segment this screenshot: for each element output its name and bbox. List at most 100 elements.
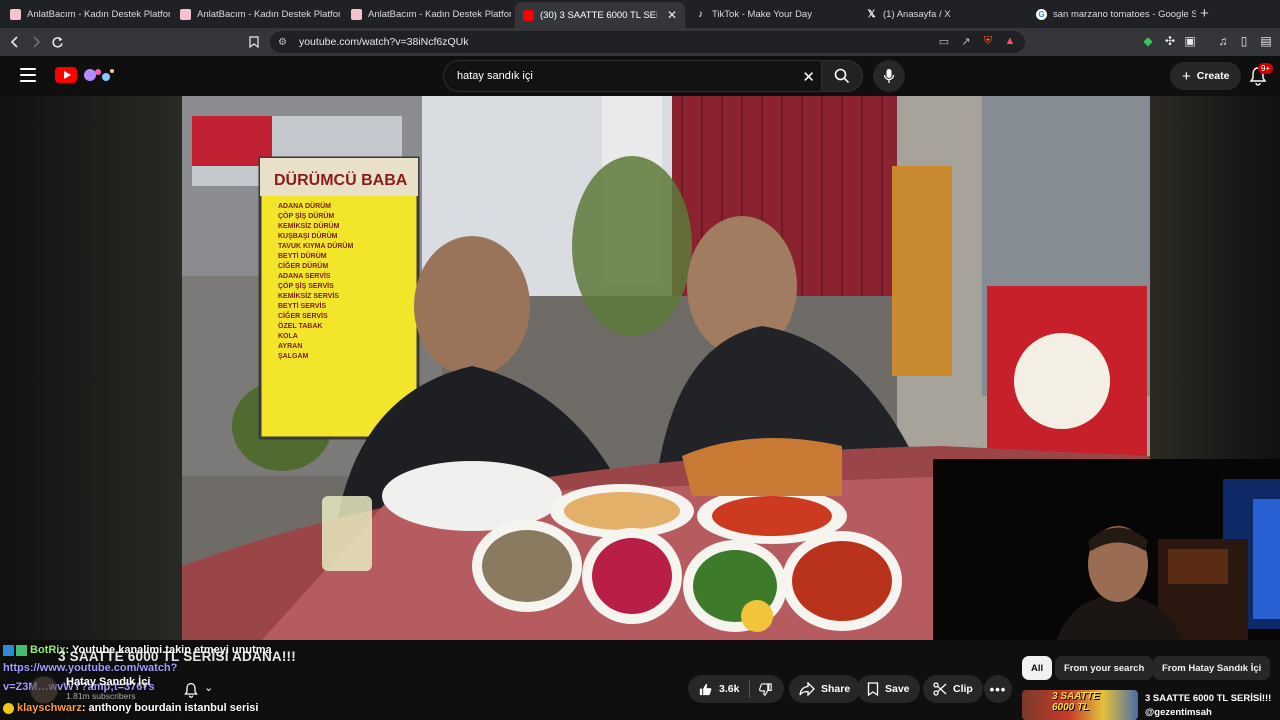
search-icon [834, 68, 850, 84]
tab-label: TikTok - Make Your Day [712, 8, 812, 20]
tab-label: san marzano tomatoes - Google Sea [1053, 8, 1196, 20]
browser-tab[interactable]: AnlatBacım - Kadın Destek Platformu [172, 3, 340, 25]
like-button[interactable]: 3.6k [688, 675, 749, 703]
address-bar[interactable]: ⚙ youtube.com/watch?v=38iNcf6zQUk ▭ ↗ ⛨ … [270, 31, 1025, 53]
recommended-video-channel[interactable]: @gezentimsah [1145, 707, 1212, 718]
channel-name[interactable]: Hatay Sandık İçi [66, 676, 150, 688]
extensions-puzzle-icon[interactable]: ✣ [1162, 33, 1178, 49]
browser-toolbar: ⚙ youtube.com/watch?v=38iNcf6zQUk ▭ ↗ ⛨ … [0, 28, 1280, 56]
tab-strip: AnlatBacım - Kadın Destek Platformu Anla… [0, 0, 1280, 28]
google-favicon-icon: G [1036, 8, 1047, 20]
search-button[interactable] [821, 60, 863, 92]
new-tab-button[interactable]: + [1200, 5, 1209, 22]
reload-icon[interactable] [46, 31, 68, 53]
forward-arrow-icon[interactable] [25, 31, 47, 53]
menu-sign-item: ÖZEL TABAK [278, 323, 323, 330]
search-input[interactable]: hatay sandık içi ✕ [443, 60, 821, 92]
pink-favicon-icon [10, 8, 21, 20]
search-query-text: hatay sandık içi [457, 70, 533, 82]
bookmark-icon[interactable] [243, 31, 265, 53]
reader-mode-icon[interactable]: ▯ [1236, 33, 1252, 49]
menu-sign-item: BEYTİ DÜRÜM [278, 253, 327, 260]
microphone-icon [883, 69, 895, 83]
clip-button[interactable]: Clip [923, 675, 983, 703]
chat-link-text[interactable]: https://www.youtube.com/watch? [3, 662, 177, 674]
save-button[interactable]: Save [857, 675, 920, 703]
back-arrow-icon[interactable] [4, 31, 26, 53]
extension-leaf-icon[interactable]: ◆ [1140, 33, 1156, 49]
chat-link-line: https://www.youtube.com/watch? [3, 662, 177, 674]
menu-sign-item: KOLA [278, 333, 298, 340]
close-tab-icon[interactable]: ✕ [667, 8, 677, 22]
menu-sign-item: ADANA SERVİS [278, 273, 331, 280]
create-button[interactable]: + Create [1170, 62, 1242, 90]
menu-icon[interactable] [20, 68, 36, 82]
botrix-badge-icon [3, 644, 14, 656]
share-button[interactable]: Share [789, 675, 861, 703]
tab-label: (30) 3 SAATTE 6000 TL SERİSİ AD [540, 9, 657, 21]
menu-sign-items: ADANA DÜRÜM ÇÖP ŞİŞ DÜRÜM KEMİKSİZ DÜRÜM KU… [278, 202, 408, 362]
filter-chip-from-search[interactable]: From your search [1055, 656, 1154, 680]
browser-tab[interactable]: AnlatBacım - Kadın Destek Platformu [343, 3, 511, 25]
wallet-icon[interactable]: ▤ [1258, 33, 1274, 49]
channel-avatar[interactable] [30, 676, 58, 704]
cast-icon[interactable]: ▭ [937, 33, 951, 49]
browser-tab-active[interactable]: (30) 3 SAATTE 6000 TL SERİSİ AD ✕ [515, 2, 685, 28]
menu-sign-title: DÜRÜMCÜ BABA [274, 172, 408, 189]
omnibox-actions: ▭ ↗ ⛨ ▲ [937, 33, 1017, 49]
share-label: Share [821, 683, 851, 695]
youtube-header: hatay sandık içi ✕ + Create 9+ [0, 56, 1280, 96]
browser-tab[interactable]: G san marzano tomatoes - Google Sea [1028, 3, 1196, 25]
thumbnail-text-line: 3 SAATTE [1052, 691, 1100, 702]
dislike-button[interactable] [750, 675, 781, 703]
browser-tab[interactable]: ♪ TikTok - Make Your Day [687, 3, 855, 25]
thumbnail-text-line: 6000 TL [1052, 702, 1090, 713]
menu-sign-item: KEMİKSİZ SERVİS [278, 293, 339, 300]
menu-sign-item: ŞALGAM [278, 353, 309, 360]
share-page-icon[interactable]: ↗ [959, 33, 973, 49]
menu-sign-item: KUŞBAŞI DÜRÜM [278, 233, 338, 240]
pink-favicon-icon [180, 8, 191, 20]
recommended-video-title[interactable]: 3 SAATTE 6000 TL SERİSİ!!! [1145, 693, 1271, 704]
browser-tab[interactable]: AnlatBacım - Kadın Destek Platformu [2, 3, 170, 25]
brave-rewards-icon[interactable]: ▲ [1003, 33, 1017, 49]
chat-text: : anthony bourdain istanbul serisi [81, 702, 259, 714]
youtube-logo-icon[interactable] [55, 67, 77, 83]
tab-label: AnlatBacım - Kadın Destek Platformu [368, 8, 511, 20]
chat-message: klayschwarz: anthony bourdain istanbul s… [3, 702, 258, 714]
menu-sign-item: KEMİKSİZ DÜRÜM [278, 223, 340, 230]
thumbs-up-icon [699, 683, 712, 695]
tab-label: AnlatBacım - Kadın Destek Platformu [197, 8, 340, 20]
chevron-down-icon[interactable]: ⌄ [204, 681, 213, 694]
site-info-icon[interactable]: ⚙ [278, 37, 287, 48]
save-label: Save [885, 683, 910, 695]
subscription-bell-icon[interactable] [180, 679, 202, 701]
like-count: 3.6k [719, 683, 740, 695]
youtube-favicon-icon [523, 9, 534, 21]
brave-shield-icon[interactable]: ⛨ [981, 33, 995, 49]
recommended-video-thumbnail[interactable]: 3 SAATTE 6000 TL [1022, 690, 1138, 720]
thumbnail-text: 3 SAATTE 6000 TL [1052, 691, 1100, 713]
pink-favicon-icon [351, 8, 362, 20]
menu-sign-item: ÇÖP ŞİŞ DÜRÜM [278, 213, 335, 220]
filter-chip-all[interactable]: All [1022, 656, 1053, 680]
sidebar-panel-icon[interactable]: ▣ [1182, 33, 1198, 49]
clip-label: Clip [953, 683, 973, 695]
media-controls-icon[interactable]: ♫ [1215, 33, 1231, 49]
share-icon [799, 682, 815, 696]
clear-search-icon[interactable]: ✕ [802, 68, 815, 86]
youtube-doodle-icon[interactable] [80, 66, 118, 84]
menu-sign-item: AYRAN [278, 343, 303, 350]
like-dislike-group: 3.6k [688, 675, 784, 703]
x-favicon-icon: 𝕏 [867, 8, 876, 20]
menu-sign-item: CİĞER SERVİS [278, 313, 328, 320]
browser-window: AnlatBacım - Kadın Destek Platformu Anla… [0, 0, 1280, 720]
notification-count-badge: 9+ [1258, 63, 1274, 74]
voice-search-button[interactable] [873, 60, 905, 92]
tiktok-favicon-icon: ♪ [698, 8, 703, 20]
browser-tab[interactable]: 𝕏 (1) Anasayfa / X [858, 3, 1026, 25]
more-actions-button[interactable]: ••• [984, 675, 1012, 703]
thumbs-down-icon [759, 682, 773, 696]
filter-chip-from-channel[interactable]: From Hatay Sandık İçi [1153, 656, 1271, 680]
ambient-left [0, 96, 182, 640]
